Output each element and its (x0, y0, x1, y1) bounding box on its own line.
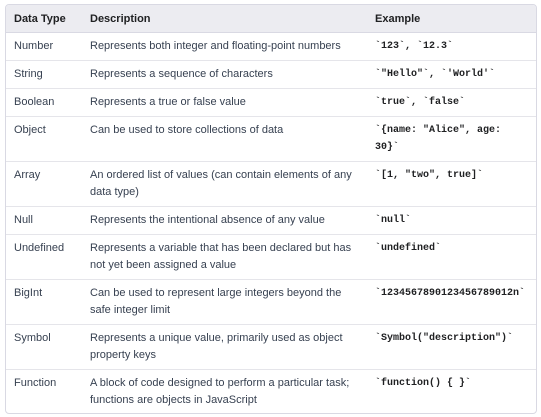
table-row: Object Can be used to store collections … (6, 116, 536, 162)
table-row: Undefined Represents a variable that has… (6, 234, 536, 280)
cell-example: `[1, "two", true]` (367, 161, 536, 207)
cell-type: Symbol (6, 324, 82, 370)
cell-type: Array (6, 161, 82, 207)
cell-type: Function (14, 377, 57, 389)
cell-example: `"Hello"`, `'World'` (367, 60, 536, 89)
cell-description: Represents a sequence of characters (82, 60, 367, 89)
cell-type: Boolean (6, 88, 82, 117)
cell-type: String (6, 60, 82, 89)
cell-type: BigInt (6, 279, 82, 325)
cell-description: Can be used to represent large integers … (82, 279, 367, 325)
cell-type: Undefined (6, 234, 82, 280)
cell-example: `true`, `false` (367, 88, 536, 117)
data-types-table: Data Type Description Example Number Rep… (6, 5, 536, 414)
cell-description: Represents a unique value, primarily use… (82, 324, 367, 370)
table-row: BigInt Can be used to represent large in… (6, 279, 536, 325)
header-data-type: Data Type (6, 5, 82, 33)
header-description: Description (82, 5, 367, 33)
cell-description: Can be used to store collections of data (82, 116, 367, 162)
cell-description: Represents a true or false value (82, 88, 367, 117)
header-example: Example (367, 5, 536, 33)
cell-example: `1234567890123456789012n` (367, 279, 536, 325)
cell-example: `Symbol("description")` (367, 324, 536, 370)
table-header-row: Data Type Description Example (6, 5, 536, 33)
table-row: Boolean Represents a true or false value… (6, 88, 536, 117)
table-row: Null Represents the intentional absence … (6, 206, 536, 235)
table-row: Function A block of code designed to per… (6, 370, 536, 414)
cell-example: `undefined` (367, 234, 536, 280)
cell-type: Null (6, 206, 82, 235)
cell-description: Represents a variable that has been decl… (82, 234, 367, 280)
cell-type: Object (6, 116, 82, 162)
cell-example: `function() { }` (375, 378, 472, 389)
cell-example: `null` (367, 206, 536, 235)
cell-description: Represents the intentional absence of an… (82, 206, 367, 235)
cell-description: A block of code designed to perform a pa… (90, 377, 350, 406)
table-row: Array An ordered list of values (can con… (6, 161, 536, 207)
table-row: String Represents a sequence of characte… (6, 60, 536, 89)
data-types-table-container: Data Type Description Example Number Rep… (5, 4, 537, 414)
table-row: Number Represents both integer and float… (6, 32, 536, 61)
cell-type: Number (6, 32, 82, 61)
table-row: Symbol Represents a unique value, primar… (6, 324, 536, 370)
cell-example: `{name: "Alice", age: 30}` (367, 116, 536, 162)
cell-description: Represents both integer and floating-poi… (82, 32, 367, 61)
cell-description: An ordered list of values (can contain e… (82, 161, 367, 207)
cell-example: `123`, `12.3` (367, 32, 536, 61)
